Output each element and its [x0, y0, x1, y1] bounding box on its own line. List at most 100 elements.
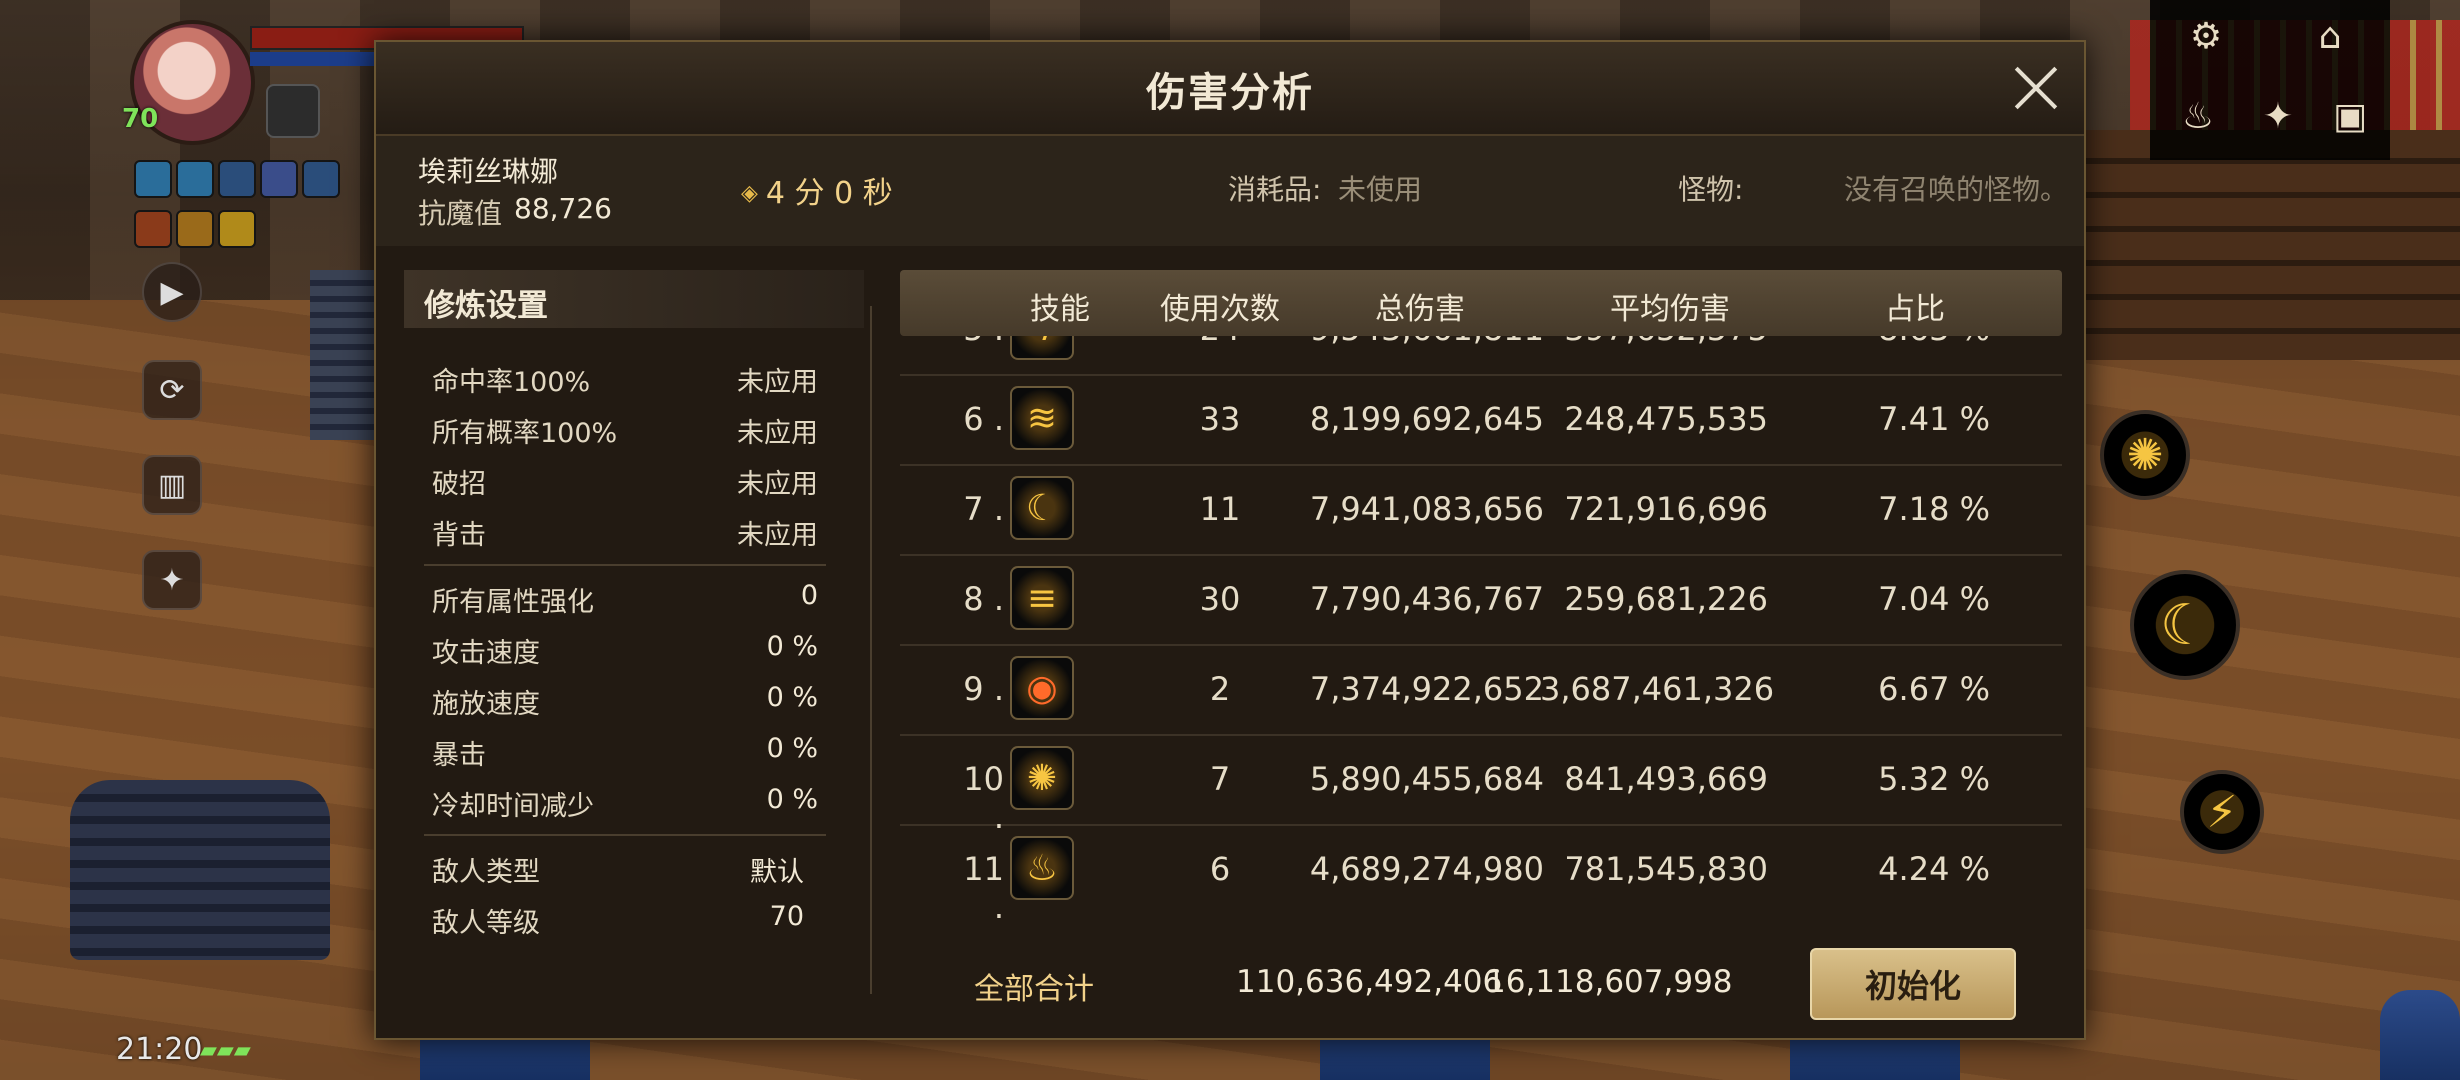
system-clock: 21:20: [116, 1032, 203, 1067]
damage-share: 7.04 %: [1878, 580, 1990, 618]
rank: 8 .: [963, 580, 1004, 618]
use-count: 33: [1199, 400, 1241, 438]
setting-row: 背击 未应用: [432, 513, 818, 553]
refresh-icon[interactable]: ⟳: [142, 360, 202, 420]
monster-value: 没有召唤的怪物。: [1844, 173, 2069, 206]
stats-icon[interactable]: ▥: [142, 455, 202, 515]
total-label: 全部合计: [974, 972, 1094, 1007]
training-settings-title: 修炼设置: [424, 288, 548, 324]
crescent-slash-icon: ≋: [1010, 386, 1074, 450]
rank: 5 .: [944, 336, 1004, 348]
consumables-value: 未使用: [1338, 173, 1423, 206]
setting-value: 默认: [750, 857, 804, 888]
triple-strike-icon: ≡: [1010, 566, 1074, 630]
average-damage: 248,475,535: [1564, 400, 1768, 438]
total-damage: 7,941,083,656: [1309, 490, 1544, 528]
use-count: 30: [1199, 580, 1241, 618]
sparkle-icon[interactable]: ✦: [2248, 86, 2308, 146]
skill-slot-strike-icon[interactable]: ⚡: [2180, 770, 2264, 854]
average-damage: 781,545,830: [1564, 850, 1768, 888]
setting-label: 所有属性强化: [432, 587, 594, 618]
setting-value: 0 %: [766, 784, 818, 815]
background-npc: [2380, 990, 2460, 1080]
table-row: 10 . ✺ 7 5,890,455,684 841,493,669 5.32 …: [900, 736, 2062, 836]
consumables-label: 消耗品:: [1228, 173, 1322, 206]
header-total: 总伤害: [1375, 292, 1465, 327]
buff-bar-2: [134, 210, 256, 248]
diamond-icon: ◈: [741, 181, 758, 206]
damage-share: 7.41 %: [1878, 400, 1990, 438]
setting-value: 0: [800, 580, 818, 611]
play-icon[interactable]: ▶: [142, 262, 202, 322]
damage-analysis-dialog: 伤害分析 埃莉丝琳娜 抗魔值 88,726 ◈ 4 分 0 秒 消耗品: 未使用 …: [374, 40, 2086, 1040]
damage-share: 7.18 %: [1878, 490, 1990, 528]
table-row: 6 . ≋ 33 8,199,692,645 248,475,535 7.41 …: [900, 376, 2062, 466]
skill-slot-moon-icon[interactable]: ☾: [2130, 570, 2240, 680]
setting-row: 敌人类型 默认: [432, 850, 818, 890]
setting-label: 敌人类型: [432, 857, 540, 888]
gear-icon[interactable]: ⚙: [2176, 6, 2236, 66]
use-count: 6: [1209, 850, 1231, 888]
home-icon[interactable]: ⌂: [2300, 6, 2360, 66]
grand-average-damage: 16,118,607,998: [1486, 964, 1733, 1000]
setting-label: 冷却时间减少: [432, 791, 594, 822]
header-uses: 使用次数: [1160, 292, 1280, 327]
weapon-icon[interactable]: [266, 84, 320, 138]
total-damage: 8,199,692,645: [1309, 400, 1544, 438]
reset-button[interactable]: 初始化: [1810, 948, 2016, 1020]
dagger-icon[interactable]: ✦: [142, 550, 202, 610]
skill-slot-orb-icon[interactable]: ✺: [2100, 410, 2190, 500]
setting-label: 背击: [432, 520, 486, 551]
setting-row: 命中率100% 未应用: [432, 360, 818, 400]
setting-row: 冷却时间减少 0 %: [432, 784, 818, 824]
setting-value: 0 %: [766, 631, 818, 662]
setting-label: 所有概率100%: [432, 418, 618, 449]
buff-bar: [134, 160, 340, 198]
setting-label: 破招: [432, 469, 486, 500]
buff-icon: [218, 210, 256, 248]
rank: 6 .: [963, 400, 1004, 438]
header-skill: 技能: [1030, 292, 1090, 327]
buff-icon: [134, 210, 172, 248]
divider: [424, 564, 826, 566]
total-damage: 9,543,661,811: [1284, 336, 1544, 348]
rank: 10 .: [963, 760, 1004, 836]
setting-row: 敌人等级 70: [432, 901, 818, 941]
monster-label: 怪物:: [1678, 173, 1744, 206]
header-share: 占比: [1885, 292, 1945, 327]
table-row: 7 . ☾ 11 7,941,083,656 721,916,696 7.18 …: [900, 466, 2062, 556]
average-damage: 841,493,669: [1564, 760, 1768, 798]
setting-label: 攻击速度: [432, 638, 540, 669]
cauldron-icon[interactable]: ♨: [2168, 86, 2228, 146]
damage-share: 6.67 %: [1878, 670, 1990, 708]
total-damage: 4,689,274,980: [1309, 850, 1544, 888]
total-damage: 5,890,455,684: [1309, 760, 1544, 798]
damage-share: 5.32 %: [1878, 760, 1990, 798]
table-row: 11 . ♨ 6 4,689,274,980 781,545,830 4.24 …: [900, 826, 2062, 926]
setting-value: 未应用: [737, 469, 818, 500]
moon-icon: ☾: [1010, 476, 1074, 540]
buff-icon: [218, 160, 256, 198]
background-shelf: [2080, 130, 2460, 360]
close-icon[interactable]: [2008, 60, 2064, 116]
setting-label: 敌人等级: [432, 908, 540, 939]
table-header: 技能 使用次数 总伤害 平均伤害 占比: [900, 270, 2062, 336]
rank: 11 .: [963, 850, 1004, 926]
elapsed-time: 4 分 0 秒: [765, 176, 893, 211]
setting-label: 暴击: [432, 740, 486, 771]
anti-magic-label: 抗魔值: [418, 197, 503, 230]
total-damage: 7,790,436,767: [1309, 580, 1544, 618]
damage-table[interactable]: 5 . ϟ 24 9,543,661,811 397,652,575 8.63 …: [900, 336, 2062, 964]
anti-magic-value: 88,726: [514, 192, 612, 225]
rank: 7 .: [963, 490, 1004, 528]
buff-icon: [302, 160, 340, 198]
buff-icon: [176, 210, 214, 248]
setting-value: 未应用: [737, 367, 818, 398]
player-level: 70: [122, 104, 159, 134]
setting-label: 施放速度: [432, 689, 540, 720]
lightning-slash-icon: ϟ: [1010, 336, 1074, 360]
setting-row: 所有概率100% 未应用: [432, 411, 818, 451]
bag-icon[interactable]: ▣: [2320, 86, 2380, 146]
table-row: 5 . ϟ 24 9,543,661,811 397,652,575 8.63 …: [900, 336, 2062, 376]
character-info-bar: 埃莉丝琳娜 抗魔值 88,726 ◈ 4 分 0 秒 消耗品: 未使用 怪物: 没…: [376, 136, 2084, 246]
